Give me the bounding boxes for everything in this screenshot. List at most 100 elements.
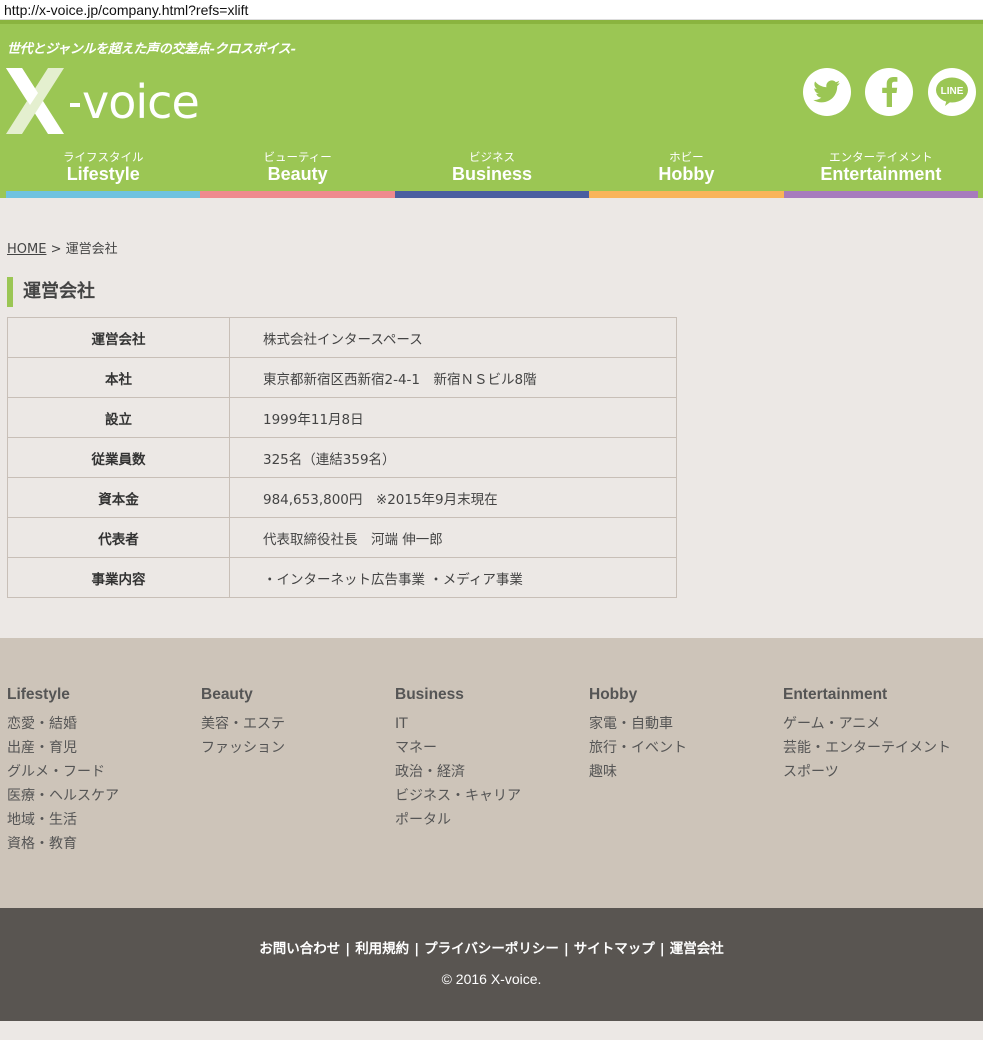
- footer-separator: |: [659, 941, 665, 957]
- table-key: 従業員数: [7, 437, 230, 478]
- table-row: 従業員数 325名（連結359名）: [7, 437, 677, 478]
- breadcrumb: HOME > 運営会社: [7, 238, 118, 257]
- nav-lifestyle[interactable]: ライフスタイル Lifestyle: [6, 146, 201, 198]
- copyright: © 2016 X-voice.: [441, 971, 542, 987]
- nav-color-bar: [200, 191, 395, 198]
- nav-label-jp: ホビー: [669, 150, 704, 164]
- nav-label-en: Hobby: [658, 164, 715, 184]
- twitter-icon: [803, 68, 851, 116]
- nav-label-jp: エンターテイメント: [829, 150, 933, 164]
- footer-link-privacy[interactable]: プライバシーポリシー: [424, 941, 559, 957]
- footer-link[interactable]: 政治・経済: [395, 760, 521, 784]
- footer-link[interactable]: 資格・教育: [7, 832, 119, 856]
- nav-beauty[interactable]: ビューティー Beauty: [200, 146, 395, 198]
- footer-link[interactable]: ファッション: [201, 736, 285, 760]
- table-value: 325名（連結359名）: [229, 437, 677, 478]
- table-key: 本社: [7, 357, 230, 398]
- table-row: 設立 1999年11月8日: [7, 397, 677, 438]
- table-value: 東京都新宿区西新宿2-4-1 新宿ＮＳビル8階: [229, 357, 677, 398]
- site-tagline: 世代とジャンルを超えた声の交差点-クロスボイス-: [7, 42, 296, 57]
- facebook-button[interactable]: [865, 68, 913, 116]
- nav-label-en: Beauty: [267, 164, 328, 184]
- footer-link[interactable]: 家電・自動車: [589, 712, 687, 736]
- footer-link[interactable]: ゲーム・アニメ: [783, 712, 951, 736]
- site-footer: お問い合わせ | 利用規約 | プライバシーポリシー | サイトマップ | 運営会社 © 201…: [0, 908, 983, 1021]
- footer-links: お問い合わせ | 利用規約 | プライバシーポリシー | サイトマップ | 運営会社: [0, 937, 983, 957]
- line-button[interactable]: LINE: [928, 68, 976, 116]
- nav-color-bar: [394, 191, 590, 198]
- footer-heading[interactable]: Lifestyle: [7, 686, 119, 704]
- footer-link[interactable]: 恋愛・結婚: [7, 712, 119, 736]
- footer-link[interactable]: ビジネス・キャリア: [395, 784, 521, 808]
- nav-label-jp: ビジネス: [469, 150, 516, 164]
- line-icon: LINE: [928, 68, 976, 116]
- table-row: 資本金 984,653,800円 ※2015年9月末現在: [7, 477, 677, 518]
- table-value: ・インターネット広告事業 ・メディア事業: [229, 557, 677, 598]
- nav-label-en: Lifestyle: [66, 164, 140, 184]
- nav-label-en: Business: [451, 164, 533, 184]
- table-key: 事業内容: [7, 557, 230, 598]
- company-info-table: 運営会社 株式会社インタースペース 本社 東京都新宿区西新宿2-4-1 新宿ＮＳ…: [7, 317, 677, 598]
- footer-link-terms[interactable]: 利用規約: [355, 941, 409, 957]
- footer-link[interactable]: IT: [395, 712, 521, 736]
- footer-link-sitemap[interactable]: サイトマップ: [574, 941, 655, 957]
- page-title: 運営会社: [7, 277, 95, 307]
- breadcrumb-separator: >: [50, 242, 62, 257]
- nav-label-en: Entertainment: [820, 164, 942, 184]
- footer-link[interactable]: 芸能・エンターテイメント: [783, 736, 951, 760]
- table-row: 本社 東京都新宿区西新宿2-4-1 新宿ＮＳビル8階: [7, 357, 677, 398]
- table-key: 設立: [7, 397, 230, 438]
- footer-link[interactable]: 地域・生活: [7, 808, 119, 832]
- footer-link[interactable]: 出産・育児: [7, 736, 119, 760]
- table-value: 1999年11月8日: [229, 397, 677, 438]
- svg-text:voice: voice: [82, 75, 199, 129]
- footer-separator: |: [414, 941, 420, 957]
- breadcrumb-home-link[interactable]: HOME: [7, 242, 46, 257]
- footer-link[interactable]: 旅行・イベント: [589, 736, 687, 760]
- footer-column-hobby: Hobby 家電・自動車 旅行・イベント 趣味: [589, 686, 687, 784]
- table-row: 運営会社 株式会社インタースペース: [7, 317, 677, 358]
- table-value: 984,653,800円 ※2015年9月末現在: [229, 477, 677, 518]
- footer-separator: |: [563, 941, 569, 957]
- footer-link[interactable]: グルメ・フード: [7, 760, 119, 784]
- footer-link[interactable]: ポータル: [395, 808, 521, 832]
- footer-link[interactable]: マネー: [395, 736, 521, 760]
- footer-column-entertainment: Entertainment ゲーム・アニメ 芸能・エンターテイメント スポーツ: [783, 686, 951, 784]
- footer-heading[interactable]: Beauty: [201, 686, 285, 704]
- facebook-icon: [865, 68, 913, 116]
- footer-heading[interactable]: Entertainment: [783, 686, 951, 704]
- main-nav: ライフスタイル Lifestyle ビューティー Beauty ビジネス Bus…: [6, 146, 979, 198]
- footer-link[interactable]: 美容・エステ: [201, 712, 285, 736]
- footer-link[interactable]: 趣味: [589, 760, 687, 784]
- footer-column-beauty: Beauty 美容・エステ ファッション: [201, 686, 285, 760]
- table-value: 株式会社インタースペース: [229, 317, 677, 358]
- footer-column-business: Business IT マネー 政治・経済 ビジネス・キャリア ポータル: [395, 686, 521, 832]
- footer-link[interactable]: スポーツ: [783, 760, 951, 784]
- footer-heading[interactable]: Business: [395, 686, 521, 704]
- nav-color-bar: [6, 191, 201, 198]
- footer-separator: |: [345, 941, 351, 957]
- nav-color-bar: [589, 191, 784, 198]
- address-bar[interactable]: http://x-voice.jp/company.html?refs=xlif…: [0, 0, 983, 20]
- footer-column-lifestyle: Lifestyle 恋愛・結婚 出産・育児 グルメ・フード 医療・ヘルスケア 地…: [7, 686, 119, 856]
- nav-color-bar: [783, 191, 979, 198]
- footer-link-company[interactable]: 運営会社: [670, 941, 724, 957]
- nav-label-jp: ライフスタイル: [62, 150, 144, 164]
- table-row: 事業内容 ・インターネット広告事業 ・メディア事業: [7, 557, 677, 598]
- site-logo[interactable]: voice: [6, 68, 226, 134]
- table-key: 代表者: [7, 517, 230, 558]
- nav-entertainment[interactable]: エンターテイメント Entertainment: [783, 146, 979, 198]
- nav-hobby[interactable]: ホビー Hobby: [589, 146, 784, 198]
- table-row: 代表者 代表取締役社長 河端 伸一郎: [7, 517, 677, 558]
- twitter-button[interactable]: [803, 68, 851, 116]
- nav-business[interactable]: ビジネス Business: [394, 146, 590, 198]
- svg-text:LINE: LINE: [941, 86, 964, 97]
- footer-categories: Lifestyle 恋愛・結婚 出産・育児 グルメ・フード 医療・ヘルスケア 地…: [0, 638, 983, 908]
- table-key: 運営会社: [7, 317, 230, 358]
- site-header: 世代とジャンルを超えた声の交差点-クロスボイス- voice LINE ライフス…: [0, 20, 983, 198]
- footer-link-contact[interactable]: お問い合わせ: [259, 941, 340, 957]
- footer-heading[interactable]: Hobby: [589, 686, 687, 704]
- footer-link[interactable]: 医療・ヘルスケア: [7, 784, 119, 808]
- breadcrumb-current: 運営会社: [65, 242, 118, 257]
- table-value: 代表取締役社長 河端 伸一郎: [229, 517, 677, 558]
